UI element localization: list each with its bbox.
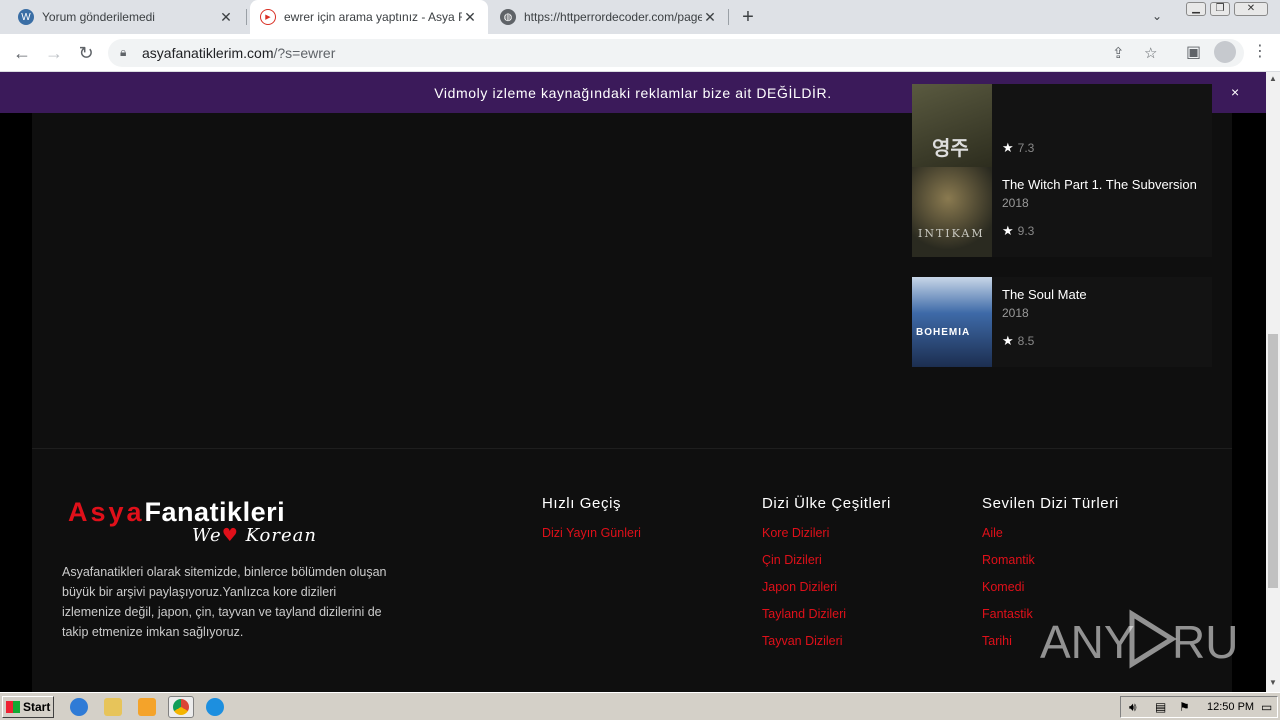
heart-icon: ♥ (221, 525, 239, 546)
movie-title[interactable]: The Soul Mate (1002, 287, 1087, 302)
edge-icon[interactable] (206, 698, 224, 716)
page-content: 영주 ★ 7.3 INTIKAM The Witch Part 1. The Su… (32, 84, 1232, 692)
share-icon[interactable]: ⇪ (1112, 44, 1125, 62)
browser-tab-bar: W Yorum gönderilemedi ✕ ▶ ewrer için ara… (0, 0, 1280, 34)
media-player-icon[interactable] (138, 698, 156, 716)
footer-link[interactable]: Aile (982, 526, 1119, 553)
close-tab-icon[interactable]: ✕ (462, 9, 478, 26)
back-button[interactable]: ← (10, 41, 34, 65)
bookmark-star-icon[interactable]: ☆ (1144, 44, 1157, 62)
system-tray: 🔊︎ ▤ ⚑ 12:50 PM ▭ (1120, 696, 1278, 718)
globe-icon: ◍ (500, 9, 516, 25)
tab-httperror[interactable]: ◍ https://httperrordecoder.com/page/ ✕ (490, 0, 728, 34)
footer-link[interactable]: Komedi (982, 580, 1119, 607)
tab-title: Yorum gönderilemedi (42, 10, 155, 24)
folder-icon[interactable] (104, 698, 122, 716)
footer-link[interactable]: Dizi Yayın Günleri (542, 526, 641, 553)
profile-avatar[interactable] (1214, 41, 1236, 63)
forward-button[interactable]: → (42, 41, 66, 65)
footer-link[interactable]: Japon Dizileri (762, 580, 891, 607)
movie-poster[interactable]: INTIKAM (912, 167, 992, 257)
tab-search-results[interactable]: ▶ ewrer için arama yaptınız - Asya Fan ✕ (250, 0, 488, 34)
tab-yorum[interactable]: W Yorum gönderilemedi ✕ (8, 0, 244, 34)
flag-icon[interactable]: ⚑ (1179, 700, 1190, 714)
close-window-button[interactable]: ✕ (1234, 2, 1268, 16)
maximize-button[interactable]: ❐ (1210, 2, 1230, 16)
movie-poster[interactable]: BOHEMIA (912, 277, 992, 367)
footer-heading: Sevilen Dizi Türleri (982, 495, 1119, 512)
web-page: Vidmoly izleme kaynağındaki reklamlar bi… (0, 72, 1266, 692)
chrome-taskbar-button[interactable] (168, 696, 194, 718)
list-item[interactable]: 영주 ★ 7.3 (912, 84, 1212, 174)
volume-icon[interactable]: 🔊︎ (1129, 700, 1137, 715)
new-tab-button[interactable]: + (738, 7, 758, 27)
show-desktop-icon[interactable]: ▭ (1261, 700, 1272, 714)
movie-title[interactable]: The Witch Part 1. The Subversion (1002, 177, 1197, 192)
page-scrollbar[interactable]: ▲ ▼ (1266, 72, 1280, 692)
lock-icon[interactable]: 🔒︎ (120, 45, 126, 60)
logo-tagline: We♥ Korean (192, 525, 317, 546)
ie-icon[interactable] (70, 698, 88, 716)
tab-separator (728, 9, 729, 25)
scroll-up-icon[interactable]: ▲ (1266, 72, 1280, 86)
network-icon[interactable]: ▤ (1155, 700, 1166, 714)
watermark-run: RUN (1172, 616, 1240, 668)
clock[interactable]: 12:50 PM (1207, 701, 1254, 713)
close-tab-icon[interactable]: ✕ (218, 9, 234, 26)
close-banner-icon[interactable]: × (1231, 84, 1240, 100)
os-taskbar: Start 🔊︎ ▤ ⚑ 12:50 PM ▭ (0, 692, 1280, 720)
address-bar[interactable]: 🔒︎ asyafanatiklerim.com/?s=ewrer ⇪ ☆ (108, 39, 1244, 67)
url-text: asyafanatiklerim.com/?s=ewrer (142, 45, 336, 61)
start-button[interactable]: Start (2, 696, 54, 718)
footer-link[interactable]: Kore Dizileri (762, 526, 891, 553)
chrome-icon (173, 699, 189, 715)
tab-separator (246, 9, 247, 25)
movie-year: 2018 (1002, 196, 1029, 210)
browser-toolbar: ← → ↻ 🔒︎ asyafanatiklerim.com/?s=ewrer ⇪… (0, 34, 1280, 72)
footer-heading: Dizi Ülke Çeşitleri (762, 495, 891, 512)
close-tab-icon[interactable]: ✕ (702, 9, 718, 26)
footer-link[interactable]: Çin Dizileri (762, 553, 891, 580)
play-triangle-icon (1129, 609, 1177, 669)
tab-title: https://httperrordecoder.com/page/ (524, 10, 702, 24)
footer-divider (32, 448, 1232, 449)
star-icon: ★ (1002, 223, 1014, 238)
footer-link[interactable]: Tayvan Dizileri (762, 634, 891, 661)
footer-column-quick: Hızlı Geçiş Dizi Yayın Günleri (542, 495, 641, 553)
reload-button[interactable]: ↻ (74, 41, 98, 65)
footer-link[interactable]: Romantik (982, 553, 1119, 580)
scrollbar-thumb[interactable] (1268, 334, 1278, 588)
list-item[interactable]: INTIKAM The Witch Part 1. The Subversion… (912, 167, 1212, 257)
tab-search-chevron-icon[interactable]: ⌄ (1152, 9, 1162, 23)
star-icon: ★ (1002, 140, 1014, 155)
play-icon: ▶ (260, 9, 276, 25)
movie-year: 2018 (1002, 306, 1029, 320)
side-panel-icon[interactable]: ▣ (1186, 42, 1201, 62)
star-icon: ★ (1002, 333, 1014, 348)
movie-rating: ★ 7.3 (1002, 140, 1035, 155)
banner-text: Vidmoly izleme kaynağındaki reklamlar bi… (434, 84, 832, 101)
windows-flag-icon (6, 701, 20, 713)
footer-link[interactable]: Tayland Dizileri (762, 607, 891, 634)
footer-column-countries: Dizi Ülke Çeşitleri Kore Dizileri Çin Di… (762, 495, 891, 661)
movie-poster[interactable]: 영주 (912, 84, 992, 174)
tab-title: ewrer için arama yaptınız - Asya Fan (284, 10, 462, 24)
footer-about-text: Asyafanatikleri olarak sitemizde, binler… (62, 565, 387, 639)
list-item[interactable]: BOHEMIA The Soul Mate 2018 ★ 8.5 (912, 277, 1212, 367)
movie-rating: ★ 9.3 (1002, 223, 1035, 238)
anyrun-watermark: ANY RUN (1040, 609, 1240, 669)
logo-wordmark: AsyaFanatikleri (68, 497, 286, 527)
wordpress-icon: W (18, 9, 34, 25)
scroll-down-icon[interactable]: ▼ (1266, 676, 1280, 690)
movie-rating: ★ 8.5 (1002, 333, 1035, 348)
footer-heading: Hızlı Geçiş (542, 495, 622, 512)
site-logo[interactable]: AsyaFanatikleri We♥ Korean (68, 497, 328, 547)
watermark-any: ANY (1040, 616, 1135, 668)
browser-menu-icon[interactable]: ⋮ (1252, 41, 1268, 63)
minimize-button[interactable]: ▁ (1186, 2, 1206, 16)
